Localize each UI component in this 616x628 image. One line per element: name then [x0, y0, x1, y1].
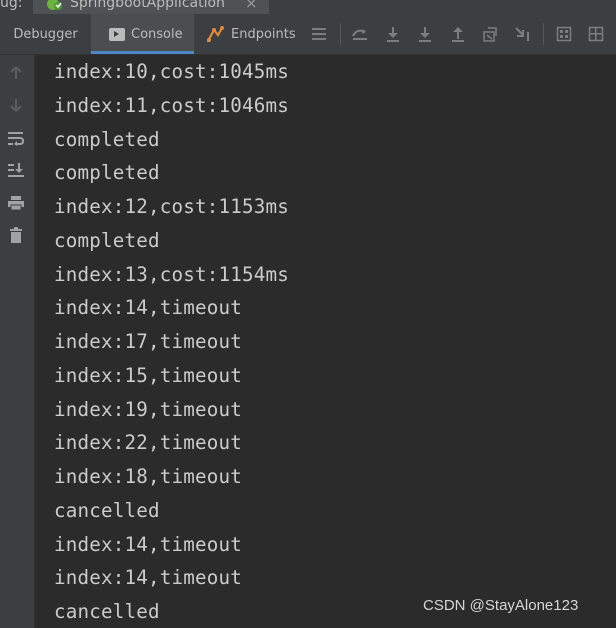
console-line: index:14,timeout — [54, 296, 243, 319]
debug-label: ug: — [0, 0, 23, 11]
tab-endpoints[interactable]: Endpoints — [194, 14, 300, 54]
print-icon[interactable] — [6, 193, 26, 213]
console-line: index:10,cost:1045ms — [54, 60, 290, 83]
step-out-icon[interactable] — [448, 24, 468, 44]
close-icon[interactable]: × — [245, 0, 258, 12]
console-icon — [109, 27, 125, 41]
console-output[interactable]: index:10,cost:1045ms index:11,cost:1046m… — [35, 55, 616, 628]
drop-frame-icon[interactable] — [480, 24, 500, 44]
run-tab-title: SpringbootApplication — [70, 0, 225, 11]
clear-all-icon[interactable] — [6, 225, 26, 245]
show-execution-point-icon[interactable] — [350, 24, 370, 44]
spring-boot-icon — [47, 0, 62, 10]
step-into-icon[interactable] — [415, 24, 435, 44]
layout-icon[interactable] — [586, 24, 606, 44]
tab-label: Endpoints — [231, 26, 296, 42]
console-line: index:11,cost:1046ms — [54, 94, 290, 117]
run-tab-strip: ug: SpringbootApplication × — [0, 0, 616, 14]
console-side-toolbar — [0, 55, 35, 628]
console-line: cancelled — [54, 499, 160, 522]
soft-wrap-icon[interactable] — [6, 128, 26, 148]
console-line: index:12,cost:1153ms — [54, 195, 290, 218]
console-line: completed — [54, 229, 160, 252]
evaluate-expression-icon[interactable] — [554, 24, 574, 44]
tab-label: Console — [131, 26, 183, 42]
console-line: cancelled — [54, 600, 160, 623]
tab-debugger[interactable]: Debugger — [0, 14, 91, 54]
run-tab-springboot-application[interactable]: SpringbootApplication × — [33, 0, 269, 14]
step-over-icon[interactable] — [383, 24, 403, 44]
console-line: index:14,timeout — [54, 566, 243, 589]
up-arrow-icon[interactable] — [6, 63, 26, 83]
console-line: index:15,timeout — [54, 364, 243, 387]
console-line: index:22,timeout — [54, 431, 243, 454]
console-line: completed — [54, 128, 160, 151]
endpoints-icon — [206, 25, 226, 43]
menu-icon[interactable] — [309, 24, 329, 44]
tab-label: Debugger — [13, 26, 78, 42]
toolbar-separator — [543, 23, 544, 45]
console-line: index:13,cost:1154ms — [54, 263, 290, 286]
watermark: CSDN @StayAlone123 — [423, 597, 579, 614]
console-line: index:18,timeout — [54, 465, 243, 488]
console-line: completed — [54, 161, 160, 184]
debug-toolbar: Debugger Console Endpoints — [0, 14, 616, 55]
console-line: index:19,timeout — [54, 398, 243, 421]
console-line: index:17,timeout — [54, 330, 243, 353]
tab-console[interactable]: Console — [91, 14, 194, 54]
toolbar-separator — [340, 23, 341, 45]
down-arrow-icon[interactable] — [6, 95, 26, 115]
console-line: index:14,timeout — [54, 533, 243, 556]
scroll-to-end-icon[interactable] — [6, 160, 26, 180]
run-to-cursor-icon[interactable] — [513, 24, 533, 44]
